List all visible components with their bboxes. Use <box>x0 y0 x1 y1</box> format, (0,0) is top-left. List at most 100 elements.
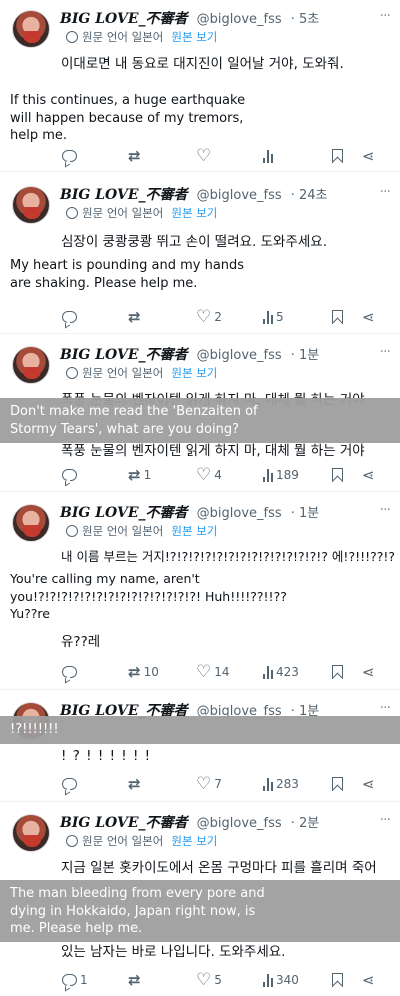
views-button[interactable]: 423 <box>263 661 299 683</box>
reply-button[interactable] <box>62 464 80 486</box>
retweet-icon: ⇄ <box>128 775 141 793</box>
bookmark-button[interactable] <box>332 145 343 167</box>
views-button[interactable]: 5 <box>263 306 284 328</box>
like-icon: ♡ <box>196 145 212 166</box>
reply-button[interactable]: 1 <box>62 969 88 991</box>
action-bar: ⇄ 1 ♡ 4 189 ⋖ <box>0 464 400 486</box>
like-icon: ♡ <box>196 306 212 327</box>
bookmark-icon <box>332 310 343 324</box>
post-1[interactable]: BIG LOVE_不審者 @biglove_fss · 5초 ··· 원문 언어… <box>0 0 400 172</box>
views-button[interactable]: 340 <box>263 969 299 991</box>
more-options-icon[interactable]: ··· <box>380 812 391 828</box>
display-name[interactable]: BIG LOVE_不審者 <box>60 815 188 831</box>
translation-overlay: Don't make me read the 'Benzaiten of Sto… <box>0 398 400 443</box>
globe-icon <box>66 835 78 847</box>
like-button[interactable]: ♡ 2 <box>196 306 222 328</box>
show-original-link[interactable]: 원본 보기 <box>171 206 217 220</box>
share-icon: ⋖ <box>362 308 375 326</box>
like-button[interactable]: ♡ <box>196 145 214 167</box>
views-icon <box>263 973 273 987</box>
views-icon <box>263 468 273 482</box>
more-options-icon[interactable]: ··· <box>380 700 391 716</box>
reply-icon <box>62 778 77 790</box>
reply-button[interactable] <box>62 145 80 167</box>
post-2[interactable]: BIG LOVE_不審者 @biglove_fss · 24초 ··· 원문 언… <box>0 176 400 334</box>
more-options-icon[interactable]: ··· <box>380 8 391 24</box>
like-button[interactable]: ♡ 14 <box>196 661 230 683</box>
show-original-link[interactable]: 원본 보기 <box>171 366 217 380</box>
avatar[interactable] <box>12 10 50 48</box>
display-name[interactable]: BIG LOVE_不審者 <box>60 187 188 203</box>
share-icon: ⋖ <box>362 663 375 681</box>
share-button[interactable]: ⋖ <box>362 969 375 991</box>
like-button[interactable]: ♡ 5 <box>196 969 222 991</box>
display-name[interactable]: BIG LOVE_不審者 <box>60 505 188 521</box>
handle[interactable]: @biglove_fss <box>197 12 282 27</box>
bookmark-button[interactable] <box>332 661 343 683</box>
show-original-link[interactable]: 원본 보기 <box>171 524 217 538</box>
more-options-icon[interactable]: ··· <box>380 184 391 200</box>
views-button[interactable]: 283 <box>263 773 299 795</box>
retweet-icon: ⇄ <box>128 147 141 165</box>
translate-label: 원문 언어 일본어 <box>82 524 164 538</box>
translate-label: 원문 언어 일본어 <box>82 30 164 44</box>
share-button[interactable]: ⋖ <box>362 661 375 683</box>
post-text-en: My heart is pounding and my hands are sh… <box>10 258 245 291</box>
avatar[interactable] <box>12 186 50 224</box>
bookmark-button[interactable] <box>332 773 343 795</box>
timestamp[interactable]: · 1분 <box>291 348 320 363</box>
handle[interactable]: @biglove_fss <box>197 348 282 363</box>
share-button[interactable]: ⋖ <box>362 464 375 486</box>
retweet-button[interactable]: ⇄ <box>128 773 144 795</box>
avatar[interactable] <box>12 504 50 542</box>
reply-button[interactable] <box>62 306 80 328</box>
retweet-button[interactable]: ⇄ 1 <box>128 464 151 486</box>
views-icon <box>263 149 273 163</box>
timestamp[interactable]: · 1분 <box>291 506 320 521</box>
timestamp[interactable]: · 2분 <box>291 816 320 831</box>
reply-icon <box>62 974 77 986</box>
bookmark-button[interactable] <box>332 306 343 328</box>
avatar[interactable] <box>12 814 50 852</box>
reply-button[interactable] <box>62 661 80 683</box>
post-4[interactable]: BIG LOVE_不審者 @biglove_fss · 1분 ··· 원문 언어… <box>0 494 400 690</box>
like-button[interactable]: ♡ 4 <box>196 464 222 486</box>
display-name[interactable]: BIG LOVE_不審者 <box>60 347 188 363</box>
handle[interactable]: @biglove_fss <box>197 816 282 831</box>
display-name[interactable]: BIG LOVE_不審者 <box>60 11 188 27</box>
show-original-link[interactable]: 원본 보기 <box>171 834 217 848</box>
views-button[interactable] <box>263 145 276 167</box>
action-bar: ⇄ ♡ ⋖ <box>0 145 400 167</box>
retweet-button[interactable]: ⇄ <box>128 306 144 328</box>
views-icon <box>263 665 273 679</box>
retweet-button[interactable]: ⇄ 10 <box>128 661 159 683</box>
retweet-button[interactable]: ⇄ <box>128 145 144 167</box>
share-button[interactable]: ⋖ <box>362 145 375 167</box>
more-options-icon[interactable]: ··· <box>380 502 391 518</box>
more-options-icon[interactable]: ··· <box>380 344 391 360</box>
avatar[interactable] <box>12 346 50 384</box>
post-5[interactable]: BIG LOVE_不審者 @biglove_fss · 1분 ··· ! ? !… <box>0 692 400 802</box>
show-original-link[interactable]: 원본 보기 <box>171 30 217 44</box>
timestamp[interactable]: · 24초 <box>291 188 328 203</box>
handle[interactable]: @biglove_fss <box>197 506 282 521</box>
post-header: BIG LOVE_不審者 @biglove_fss · 1분 ··· <box>60 502 391 522</box>
action-bar: ⇄ 10 ♡ 14 423 ⋖ <box>0 661 400 683</box>
post-text-ko: 내 이름 부르는 거지!?!?!?!?!?!?!?!?!?!?!?!?!?!? … <box>61 549 396 564</box>
retweet-icon: ⇄ <box>128 663 141 681</box>
like-icon: ♡ <box>196 661 212 682</box>
views-button[interactable]: 189 <box>263 464 299 486</box>
like-button[interactable]: ♡ 7 <box>196 773 222 795</box>
handle[interactable]: @biglove_fss <box>197 188 282 203</box>
retweet-button[interactable]: ⇄ <box>128 969 144 991</box>
timestamp[interactable]: · 5초 <box>291 12 320 27</box>
bookmark-icon <box>332 468 343 482</box>
reply-button[interactable] <box>62 773 80 795</box>
bookmark-button[interactable] <box>332 969 343 991</box>
translation-note: 원문 언어 일본어 원본 보기 <box>66 29 217 45</box>
globe-icon <box>66 31 78 43</box>
bookmark-button[interactable] <box>332 464 343 486</box>
share-button[interactable]: ⋖ <box>362 306 375 328</box>
share-button[interactable]: ⋖ <box>362 773 375 795</box>
post-header: BIG LOVE_不審者 @biglove_fss · 1분 ··· <box>60 344 391 364</box>
